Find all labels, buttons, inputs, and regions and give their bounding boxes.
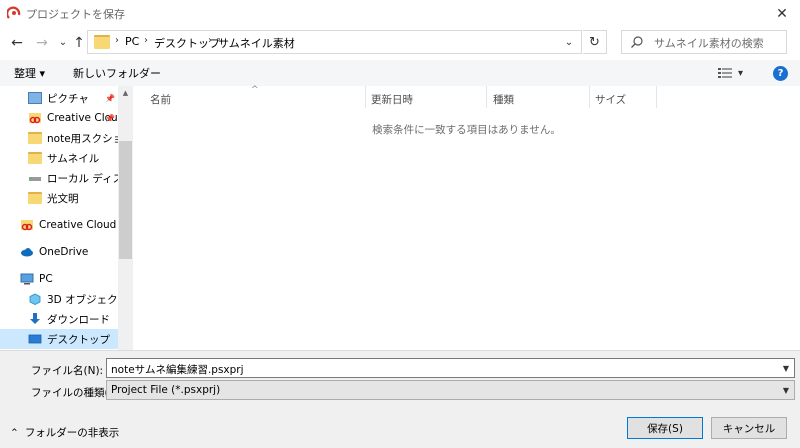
- sidebar-item-label: デスクトップ: [47, 333, 110, 346]
- breadcrumb-pc[interactable]: PC: [125, 35, 139, 48]
- chevron-down-icon: ▾: [738, 67, 744, 79]
- up-arrow-icon: ↑: [73, 35, 85, 51]
- sidebar-item-label: OneDrive: [39, 246, 89, 258]
- up-button[interactable]: ↑: [70, 34, 88, 52]
- onedrive-icon: [21, 248, 33, 257]
- creative-cloud-icon: [21, 220, 33, 231]
- desktop-icon: [28, 334, 42, 344]
- scrollbar-thumb[interactable]: [119, 141, 132, 259]
- column-divider[interactable]: [589, 86, 590, 108]
- chevron-down-icon[interactable]: ▼: [778, 381, 794, 399]
- drive-icon: [29, 177, 41, 181]
- sidebar-item-label: Creative Cloud File: [39, 219, 118, 231]
- window-title: プロジェクトを保存: [26, 8, 125, 21]
- forward-arrow-icon: →: [36, 35, 48, 51]
- 3d-objects-icon: [29, 293, 41, 305]
- sidebar-item-label: 光文明: [47, 192, 79, 205]
- column-header-type[interactable]: 種類: [493, 92, 514, 107]
- chevron-right-icon: ›: [144, 35, 148, 46]
- filetype-select[interactable]: Project File (*.psxprj) ▼: [106, 380, 795, 400]
- chevron-right-icon: ›: [208, 35, 212, 46]
- column-divider[interactable]: [365, 86, 366, 108]
- sidebar-item-label: 3D オブジェクト: [47, 293, 118, 306]
- scroll-up-arrow-icon[interactable]: ▲: [118, 86, 133, 100]
- hide-folders-label: フォルダーの非表示: [24, 427, 120, 439]
- chevron-down-icon[interactable]: ▼: [778, 359, 794, 377]
- chevron-down-icon: ⌄: [58, 36, 68, 48]
- address-dropdown-button[interactable]: ⌄: [558, 31, 580, 53]
- sidebar-item-thumbnail[interactable]: サムネイル: [0, 148, 118, 168]
- chevron-up-icon: ⌃: [10, 426, 19, 439]
- new-folder-button[interactable]: 新しいフォルダー: [73, 65, 161, 81]
- refresh-icon: ↻: [589, 34, 600, 50]
- organize-button[interactable]: 整理 ▾: [14, 65, 45, 81]
- sidebar-item-label: サムネイル: [47, 152, 100, 165]
- sidebar-item-onedrive[interactable]: OneDrive: [0, 242, 118, 262]
- save-button[interactable]: 保存(S): [627, 417, 703, 439]
- back-button[interactable]: ←: [8, 34, 26, 52]
- hide-folders-toggle[interactable]: ⌃ フォルダーの非表示: [10, 425, 119, 440]
- column-divider[interactable]: [656, 86, 657, 108]
- folder-icon: [28, 192, 42, 204]
- details-view-icon: [718, 68, 732, 78]
- filename-field[interactable]: noteサムネ編集練習.psxprj ▼: [106, 358, 795, 378]
- column-header-size[interactable]: サイズ: [595, 92, 626, 107]
- sidebar-item-creative-cloud-files[interactable]: Creative Cloud File: [0, 215, 118, 235]
- close-button[interactable]: ✕: [764, 0, 800, 28]
- forward-button[interactable]: →: [33, 34, 51, 52]
- sidebar-item-pc[interactable]: PC: [0, 269, 118, 289]
- sidebar-item-kobunmei[interactable]: 光文明: [0, 188, 118, 208]
- filetype-value: Project File (*.psxprj): [111, 384, 221, 396]
- empty-list-message: 検索条件に一致する項目はありません。: [372, 124, 561, 136]
- download-icon: [30, 313, 40, 324]
- sidebar-item-local-disk-d[interactable]: ローカル ディスク (D: [0, 168, 118, 188]
- address-bar[interactable]: › PC › デスクトップ › サムネイル素材 ⌄: [87, 30, 582, 54]
- column-divider[interactable]: [486, 86, 487, 108]
- breadcrumb-thumbnail-assets[interactable]: サムネイル素材: [218, 35, 295, 51]
- sidebar-item-label: ダウンロード: [47, 313, 110, 326]
- filename-label: ファイル名(N):: [31, 365, 104, 377]
- sidebar-item-3d-objects[interactable]: 3D オブジェクト: [0, 289, 118, 309]
- filename-value[interactable]: noteサムネ編集練習.psxprj: [111, 364, 244, 376]
- column-header-name[interactable]: 名前: [150, 92, 171, 107]
- sidebar-item-pictures[interactable]: ピクチャ 📌: [0, 88, 118, 108]
- sidebar-item-label: ローカル ディスク (D: [47, 172, 118, 185]
- chevron-right-icon: ›: [115, 35, 119, 46]
- sidebar-item-label: ピクチャ: [47, 92, 89, 105]
- cancel-button[interactable]: キャンセル: [711, 417, 787, 439]
- sort-ascending-icon: ^: [251, 85, 259, 95]
- search-icon: [631, 36, 643, 48]
- pc-icon: [20, 273, 34, 285]
- sidebar-item-label: PC: [39, 273, 53, 285]
- sidebar-item-desktop[interactable]: デスクトップ: [0, 329, 118, 349]
- search-box[interactable]: サムネイル素材の検索: [621, 30, 787, 54]
- folder-icon: [94, 35, 110, 49]
- help-button[interactable]: ?: [773, 66, 788, 81]
- pictures-icon: [28, 92, 42, 104]
- app-logo-icon: [7, 6, 21, 19]
- back-arrow-icon: ←: [11, 35, 23, 51]
- column-header-modified[interactable]: 更新日時: [371, 92, 413, 107]
- sidebar-item-downloads[interactable]: ダウンロード: [0, 309, 118, 329]
- view-options-button[interactable]: ▾: [718, 64, 750, 82]
- refresh-button[interactable]: ↻: [583, 30, 607, 54]
- folder-icon: [28, 152, 42, 164]
- pin-icon: 📌: [105, 93, 115, 103]
- search-input[interactable]: サムネイル素材の検索: [654, 35, 764, 51]
